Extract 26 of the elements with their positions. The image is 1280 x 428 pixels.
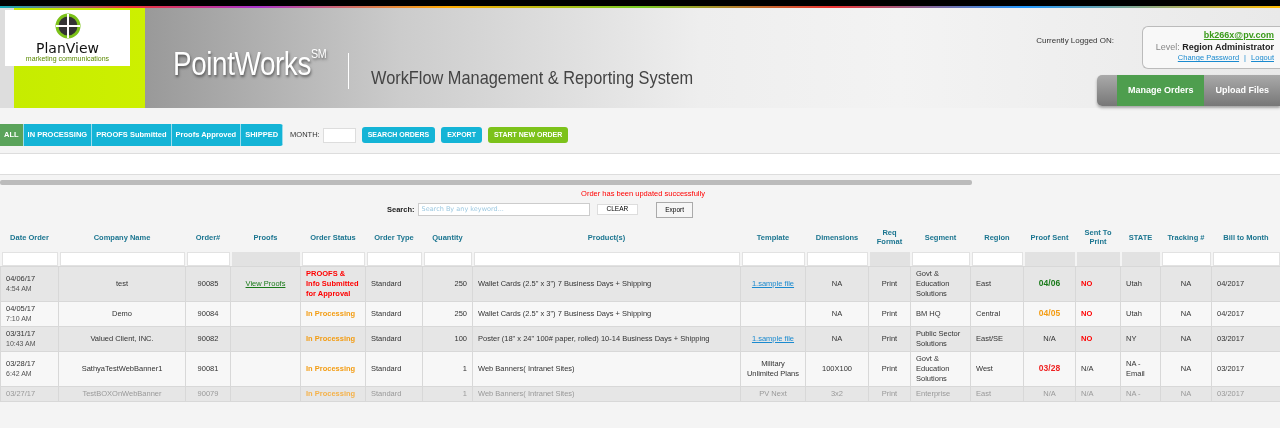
column-filter-field[interactable] [473, 251, 740, 266]
column-filter-field[interactable] [366, 251, 422, 266]
proof-sent-date: 04/05 [1038, 308, 1061, 319]
column-filter-field[interactable] [301, 251, 365, 266]
user-email[interactable]: bk266x@pv.com [1203, 30, 1274, 40]
column-filter-field[interactable] [741, 251, 805, 266]
user-level: Level: Region Administrator [1155, 41, 1274, 52]
scrollbar[interactable] [0, 180, 972, 185]
nav-tab[interactable]: Manage Orders [1116, 74, 1205, 106]
column-filter-field[interactable] [1, 251, 58, 266]
column-filter-field[interactable] [1161, 251, 1211, 266]
logo-name: PlanView [36, 41, 99, 55]
column-filter-field[interactable] [1212, 251, 1280, 266]
column-filter-field[interactable] [423, 251, 472, 266]
month-field[interactable] [322, 127, 356, 143]
proof-sent-date: 04/06 [1038, 278, 1061, 289]
column-filter-field[interactable] [911, 251, 970, 266]
column-filter-field[interactable] [971, 251, 1023, 266]
column-filter-field[interactable] [806, 251, 868, 266]
proof-sent-date: 03/28 [1038, 363, 1061, 374]
app-title: PointWorks$^{SM}$ [173, 43, 327, 84]
logged-on-label: Currently Logged ON: [1036, 35, 1114, 47]
app-subtitle: WorkFlow Management & Reporting System [370, 66, 693, 90]
column-filter-field[interactable] [186, 251, 230, 266]
nav-tab[interactable]: Upload Files [1204, 74, 1280, 106]
column-filter-field[interactable] [59, 251, 185, 266]
